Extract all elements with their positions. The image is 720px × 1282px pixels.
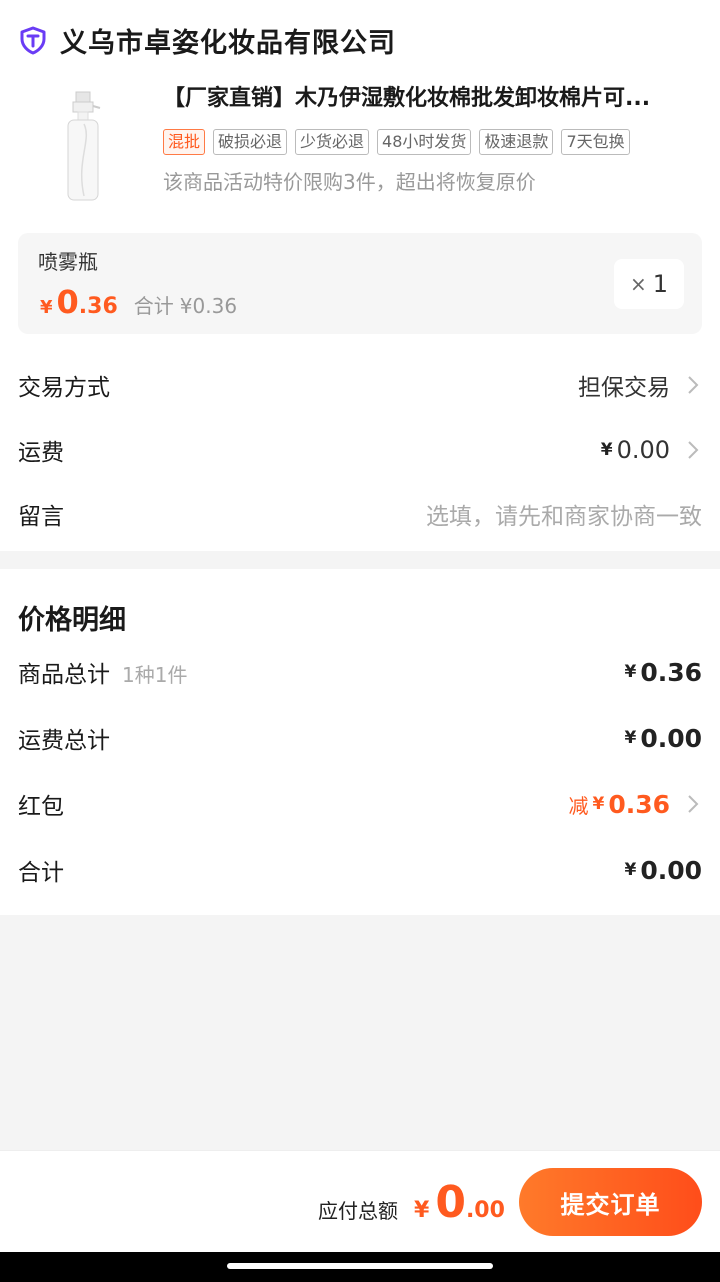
trade-method-row[interactable]: 交易方式 担保交易: [18, 365, 702, 405]
sku-yen: ¥: [40, 297, 53, 318]
tag-fast-refund: 极速退款: [479, 129, 554, 155]
chevron-right-icon: [688, 376, 699, 394]
total-row: 合计 ¥ 0.00: [18, 850, 702, 890]
red-packet-value: 0.36: [608, 789, 670, 819]
freight-row[interactable]: 运费 ¥ 0.00: [18, 430, 702, 470]
freight-total-label: 运费总计: [18, 728, 110, 754]
message-label: 留言: [18, 504, 64, 530]
freight-yen: ¥: [600, 440, 613, 460]
trade-method-label: 交易方式: [18, 375, 110, 401]
product-title[interactable]: 【厂家直销】木乃伊湿敷化妆棉批发卸妆棉片可...: [163, 80, 703, 112]
submit-order-button[interactable]: 提交订单: [519, 1168, 702, 1236]
qty-value: 1: [652, 270, 669, 298]
checkout-bar: 应付总额 ¥ 0 .00 提交订单: [0, 1150, 720, 1252]
sku-sum-label: 合计: [133, 294, 174, 318]
goods-count: 1种1件: [122, 663, 188, 687]
quantity-stepper[interactable]: × 1: [614, 259, 684, 309]
trade-method-value: 担保交易: [578, 375, 670, 401]
goods-total-value: 0.36: [640, 657, 702, 687]
shop-header[interactable]: 义乌市卓姿化妆品有限公司: [18, 20, 396, 60]
tag-7day-exchange: 7天包换: [561, 129, 630, 155]
chevron-right-icon: [688, 441, 699, 459]
limit-note: 该商品活动特价限购3件，超出将恢复原价: [163, 170, 536, 194]
shop-badge-icon: [20, 26, 46, 55]
sku-name: 喷雾瓶: [38, 250, 98, 274]
freight-label: 运费: [18, 440, 64, 466]
order-card: 义乌市卓姿化妆品有限公司 【厂家直销】木乃伊湿敷化妆棉批发卸妆棉片可... 混批…: [0, 0, 720, 551]
pay-yen: ¥: [414, 1198, 430, 1223]
product-tags: 混批 破损必退 少货必退 48小时发货 极速退款 7天包换: [163, 129, 630, 155]
freight-value: 0.00: [616, 436, 670, 464]
freight-total-yen: ¥: [624, 728, 637, 748]
sku-box: 喷雾瓶 ¥ 0 .36 合计 ¥0.36 × 1: [18, 233, 702, 334]
red-packet-prefix: 减: [568, 793, 589, 818]
pay-dec: .00: [465, 1198, 505, 1223]
red-packet-label: 红包: [18, 794, 64, 820]
freight-total-row: 运费总计 ¥ 0.00: [18, 718, 702, 758]
message-row[interactable]: 留言 选填，请先和商家协商一致: [18, 494, 702, 534]
qty-multiply: ×: [629, 272, 647, 296]
freight-total-value: 0.00: [640, 723, 702, 753]
tag-48h-ship: 48小时发货: [377, 129, 472, 155]
sku-price-row: ¥ 0 .36 合计 ¥0.36: [40, 283, 237, 321]
tag-shortage-refund: 少货必退: [295, 129, 370, 155]
total-label: 合计: [18, 860, 64, 886]
goods-total-row: 商品总计 1种1件 ¥ 0.36: [18, 652, 702, 692]
tag-mixed: 混批: [163, 129, 206, 155]
sku-price-int: 0: [56, 283, 79, 321]
goods-total-label: 商品总计: [18, 662, 110, 688]
tag-damage-refund: 破损必退: [213, 129, 288, 155]
pay-int: 0: [435, 1177, 466, 1228]
total-value: 0.00: [640, 855, 702, 885]
product-image[interactable]: [18, 80, 148, 210]
message-input[interactable]: 选填，请先和商家协商一致: [426, 497, 702, 531]
pay-total-label: 应付总额: [318, 1199, 398, 1223]
chevron-right-icon: [688, 795, 699, 813]
home-indicator[interactable]: [227, 1263, 493, 1269]
sku-sum-value: ¥0.36: [179, 294, 238, 318]
total-yen: ¥: [624, 860, 637, 880]
goods-yen: ¥: [624, 662, 637, 682]
system-nav-area: [0, 1252, 720, 1282]
pay-total-amount: ¥ 0 .00: [414, 1177, 505, 1228]
shop-name: 义乌市卓姿化妆品有限公司: [60, 27, 396, 59]
red-packet-row[interactable]: 红包 减 ¥ 0.36: [18, 784, 702, 824]
sku-price-dec: .36: [78, 294, 118, 319]
red-packet-yen: ¥: [592, 794, 605, 814]
price-detail-title: 价格明细: [18, 605, 126, 636]
